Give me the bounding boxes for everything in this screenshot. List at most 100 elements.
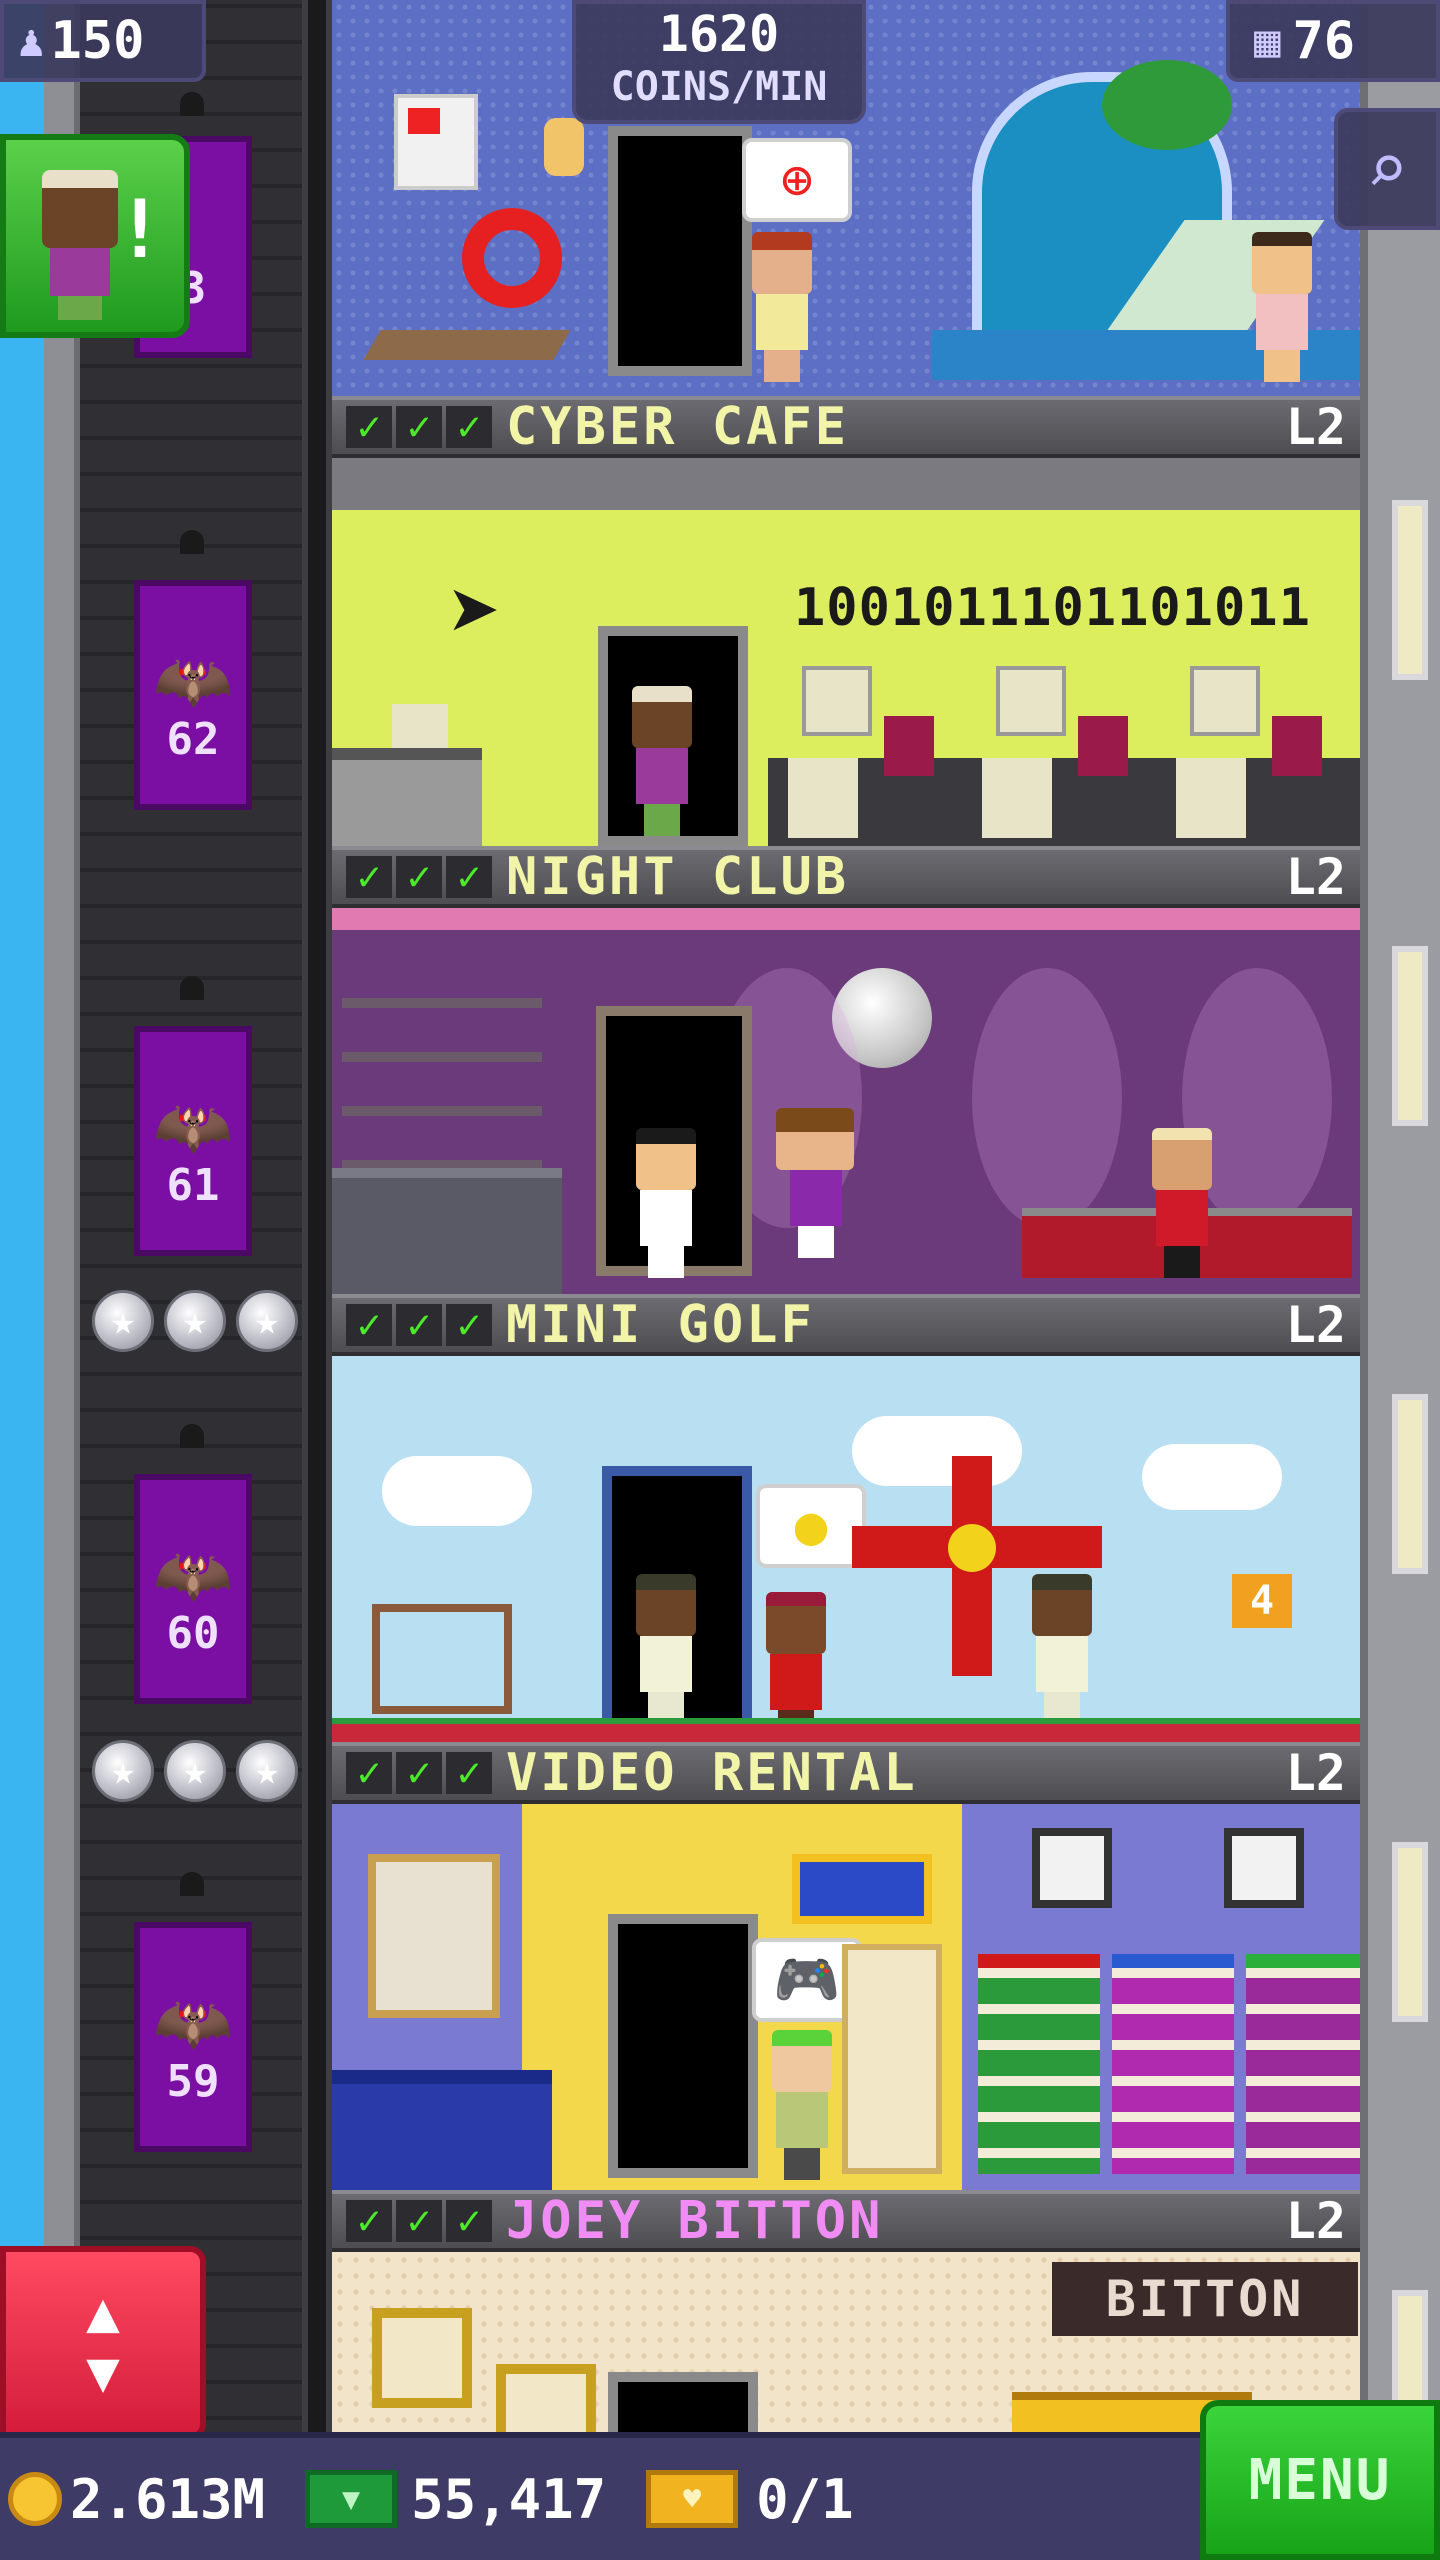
swimmer [1242,232,1322,382]
floor-banner: ✓ ✓ ✓ NIGHT CLUB L2 [332,846,1360,908]
lamp [180,1424,204,1448]
floor-name: CYBER CAFE [506,397,850,457]
check-icon: ✓ [346,2200,392,2242]
floor-mini-golf[interactable]: ✓ ✓ ✓ MINI GOLF L2 ● 4 [332,1294,1360,1742]
visitor-notification[interactable]: ! [0,134,190,338]
check-icon: ✓ [446,406,492,448]
ceiling [332,458,1360,510]
floor-joey-bitton[interactable]: ✓ ✓ ✓ JOEY BITTON L2 BITTON [332,2190,1360,2432]
sky [0,0,44,2560]
elevator-floor-number: 59 [166,2055,220,2107]
putting-green [332,1718,1360,1742]
bat-icon: 🦇 [153,644,233,719]
brand-sign: BITTON [1052,2262,1358,2336]
elevator-floor-number: 61 [166,1159,220,1211]
floor-level: L2 [1285,1744,1346,1802]
elevator-car[interactable]: 🦇 61 [134,976,252,1256]
elevator-button[interactable]: ▲ ▼ [0,2246,206,2440]
floor-level: L2 [1285,848,1346,906]
floor-level: L2 [1285,2192,1346,2250]
check-icon: ✓ [396,856,442,898]
floor-level: L2 [1285,398,1346,456]
deck-chair [363,330,571,360]
floor-level: L2 [1285,1296,1346,1354]
check-icon: ✓ [396,406,442,448]
cloud [382,1456,532,1526]
bux-value: 55,417 [411,2467,607,2531]
bux-display[interactable]: ▼ 55,417 [305,2468,606,2531]
bouncer [1142,1128,1222,1278]
night-club-room [332,908,1360,1294]
coins-per-min-label: COINS/MIN [610,64,828,110]
club-guest [766,1108,866,1258]
hole-sign: 4 [1232,1574,1292,1628]
golfer [1022,1574,1102,1724]
floors-counter[interactable]: ▦ 76 [1226,0,1440,82]
star-icon: ★ [164,1740,226,1802]
coins-display[interactable]: 2.613M [8,2468,265,2531]
stock-checks: ✓ ✓ ✓ [346,1752,492,1794]
chair [884,716,934,776]
search-button[interactable]: ⌕ [1334,108,1440,230]
coins-per-min: 1620 COINS/MIN [572,0,866,124]
door [608,126,752,376]
population-value: 150 [50,11,145,71]
menu-button[interactable]: MENU [1200,2400,1440,2560]
chair [1272,716,1322,776]
golfer [626,1574,706,1724]
poster [394,94,478,190]
bux-icon: ▼ [305,2470,398,2528]
population-counter[interactable]: ♟ 150 [0,0,206,82]
elevator-car[interactable]: 🦇 59 [134,1872,252,2152]
cloud [852,1416,1022,1486]
check-icon: ✓ [346,1304,392,1346]
stock-checks: ✓ ✓ ✓ [346,1304,492,1346]
elevator-car[interactable]: 🦇 60 [134,1424,252,1704]
stock-checks: ✓ ✓ ✓ [346,406,492,448]
elevator-floor-number: 60 [166,1607,220,1659]
tower-right-wall [1360,0,1440,2560]
floor-cyber-cafe[interactable]: ✓ ✓ ✓ CYBER CAFE L2 ➤ 1001011101101011 [332,396,1360,846]
elevator-shaft [80,0,332,2560]
star-rating: ★ ★ ★ [92,1740,298,1802]
floor-banner: ✓ ✓ ✓ CYBER CAFE L2 [332,396,1360,458]
mini-golf-room: ● 4 [332,1356,1360,1742]
computer [996,666,1066,736]
check-icon: ✓ [396,1752,442,1794]
window [1392,946,1428,1126]
check-icon: ✓ [346,856,392,898]
cloud [1142,1444,1282,1510]
club-rack [372,1604,512,1714]
bat-icon: 🦇 [153,1538,233,1613]
floor-video-rental[interactable]: ✓ ✓ ✓ VIDEO RENTAL L2 🎮 [332,1742,1360,2190]
life-ring [462,208,562,308]
stock-checks: ✓ ✓ ✓ [346,2200,492,2242]
check-icon: ✓ [446,1752,492,1794]
door [608,1914,758,2178]
check-icon: ✓ [446,2200,492,2242]
lifeguard [742,232,822,382]
counter [332,748,482,846]
coins-per-min-value: 1620 [658,5,780,63]
cursor-icon: ➤ [448,560,503,665]
coins-value: 2.613M [70,2467,266,2531]
tickets-display[interactable]: ♥ 0/1 [646,2468,854,2531]
check-icon: ✓ [346,406,392,448]
display-frame [496,2364,596,2432]
customer [622,686,702,836]
register [392,704,448,748]
check-icon: ✓ [446,856,492,898]
golfer-speech-bubble: ● [756,1484,866,1568]
floor-night-club[interactable]: ✓ ✓ ✓ NIGHT CLUB L2 [332,846,1360,1294]
check-icon: ✓ [396,2200,442,2242]
window [1392,1394,1428,1574]
framed-picture [1032,1828,1112,1908]
elevator-car[interactable]: 🦇 62 [134,530,252,810]
customer [762,2030,842,2180]
computer [802,666,872,736]
elevator-rail [302,0,332,2560]
bar-counter [332,1168,562,1294]
floor-name: NIGHT CLUB [506,847,850,907]
lifeguard-speech-bubble: ⊕ [742,138,852,222]
coin-icon [8,2472,62,2526]
